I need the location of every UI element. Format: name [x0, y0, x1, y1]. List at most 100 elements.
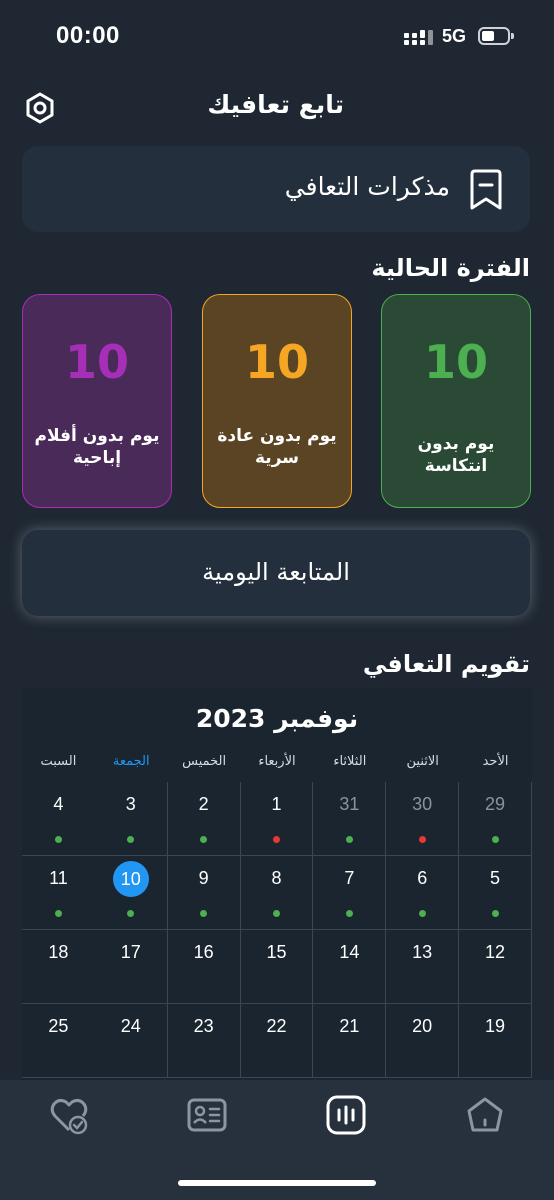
recovery-calendar-title: تقويم التعافي: [362, 650, 530, 678]
calendar-day-cell[interactable]: 23: [167, 1004, 241, 1078]
calendar-day-cell[interactable]: 4: [22, 782, 95, 856]
stat-value: 10: [423, 335, 488, 389]
clean-day-dot: [54, 836, 62, 843]
calendar-day-number: 25: [48, 1016, 69, 1036]
calendar-day-number: 2: [198, 794, 209, 814]
calendar-day-cell[interactable]: 20: [386, 1004, 460, 1078]
calendar-day-number: 18: [48, 942, 69, 962]
calendar-day-number: 4: [53, 794, 64, 814]
clean-day-dot: [418, 910, 426, 917]
weekday-label: الأربعاء: [258, 754, 296, 769]
stat-label: يوم بدون أفلام إباحية: [34, 426, 160, 468]
calendar-day-cell[interactable]: 1: [240, 782, 314, 856]
calendar-day-number: 8: [271, 868, 282, 888]
calendar-day-cell[interactable]: 14: [313, 930, 387, 1004]
calendar-day-cell[interactable]: 21: [313, 1004, 387, 1078]
calendar-day-cell[interactable]: 7: [313, 856, 387, 930]
recovery-memos-label: مذكرات التعافي: [284, 172, 450, 201]
tab-home[interactable]: [464, 1094, 506, 1136]
daily-follow-up-button[interactable]: المتابعة اليومية: [22, 530, 530, 616]
calendar-day-number: 20: [412, 1016, 433, 1036]
calendar-day-cell[interactable]: 25: [22, 1004, 95, 1078]
home-indicator[interactable]: [178, 1180, 376, 1186]
weekday-label: الاثنين: [406, 754, 439, 769]
calendar-day-cell[interactable]: 13: [386, 930, 460, 1004]
weekday-label: الخميس: [182, 754, 227, 769]
clean-day-dot: [345, 836, 353, 843]
weekday-label: الأحد: [482, 754, 509, 769]
calendar-day-cell[interactable]: 9: [167, 856, 241, 930]
calendar-day-number: 17: [120, 942, 141, 962]
calendar-day-cell[interactable]: 3: [94, 782, 168, 856]
calendar-day-cell[interactable]: 31: [313, 782, 387, 856]
weekday-label: السبت: [40, 754, 77, 769]
stat-card-no-relapse[interactable]: 10 يوم بدون انتكاسة: [381, 294, 531, 508]
daily-follow-up-label: المتابعة اليومية: [202, 558, 350, 586]
calendar-day-number: 1: [271, 794, 282, 814]
calendar-day-cell[interactable]: 5: [459, 856, 532, 930]
stat-card-no-porn[interactable]: 10 يوم بدون أفلام إباحية: [22, 294, 172, 508]
calendar-day-number: 9: [198, 868, 209, 888]
stats-icon: [326, 1095, 366, 1135]
calendar-day-number: 11: [49, 868, 68, 888]
calendar-day-number: 7: [344, 868, 355, 888]
clean-day-dot: [491, 910, 499, 917]
calendar-day-cell[interactable]: 2: [167, 782, 241, 856]
clean-day-dot: [54, 910, 62, 917]
calendar-weekdays: الأحد الاثنين الثلاثاء الأربعاء الخميس الجمعة…: [22, 754, 532, 778]
calendar-day-cell[interactable]: 12: [459, 930, 532, 1004]
stat-label: يوم بدون انتكاسة: [417, 434, 495, 476]
stat-label: يوم بدون عادة سرية: [217, 426, 337, 468]
calendar-day-today: 10: [112, 861, 149, 897]
calendar-day-cell[interactable]: 6: [386, 856, 460, 930]
calendar-day-number: 31: [339, 794, 360, 814]
calendar-day-cell[interactable]: 11: [22, 856, 95, 930]
calendar-day-number: 14: [339, 942, 360, 962]
calendar-day-number: 12: [485, 942, 506, 962]
calendar-day-cell[interactable]: 16: [167, 930, 241, 1004]
calendar-day-cell[interactable]: 24: [94, 1004, 168, 1078]
calendar-day-number: 5: [490, 868, 501, 888]
clean-day-dot: [345, 910, 353, 917]
weekday-label: الثلاثاء: [333, 754, 367, 769]
calendar-day-cell[interactable]: 10: [94, 856, 168, 930]
calendar-day-cell[interactable]: 19: [459, 1004, 532, 1078]
clean-day-dot: [491, 836, 499, 843]
calendar-day-cell[interactable]: 29: [459, 782, 532, 856]
stat-card-no-masturbation[interactable]: 10 يوم بدون عادة سرية: [202, 294, 352, 508]
relapse-dot: [418, 836, 426, 843]
signal-icon: [404, 30, 434, 46]
network-type: 5G: [442, 26, 467, 46]
calendar-day-number: 30: [412, 794, 433, 814]
calendar-day-number: 16: [193, 942, 214, 962]
clean-day-dot: [127, 836, 135, 843]
tab-wellbeing[interactable]: [48, 1094, 90, 1136]
calendar-day-number: 21: [339, 1016, 360, 1036]
heart-check-icon: [50, 1098, 88, 1135]
stat-value: 10: [64, 335, 129, 389]
calendar-month-title: نوفمبر 2023: [195, 704, 359, 733]
relapse-dot: [272, 836, 280, 843]
recovery-memos-card[interactable]: مذكرات التعافي: [22, 146, 530, 232]
clean-day-dot: [272, 910, 280, 917]
tab-profile[interactable]: [186, 1094, 228, 1136]
calendar-day-number: 24: [120, 1016, 141, 1036]
bookmark-icon: [466, 168, 506, 212]
tab-stats[interactable]: [325, 1094, 367, 1136]
calendar-day-cell[interactable]: 18: [22, 930, 95, 1004]
calendar-day-number: 23: [193, 1016, 214, 1036]
clean-day-dot: [200, 836, 208, 843]
clean-day-dot: [200, 910, 208, 917]
settings-button[interactable]: [22, 90, 58, 126]
calendar-day-number: 15: [266, 942, 287, 962]
calendar-day-cell[interactable]: 8: [240, 856, 314, 930]
status-bar: 00:00 5G: [0, 0, 554, 74]
calendar-day-number: 6: [417, 868, 428, 888]
calendar-day-cell[interactable]: 30: [386, 782, 460, 856]
home-icon: [467, 1097, 503, 1132]
calendar-day-cell[interactable]: 22: [240, 1004, 314, 1078]
calendar-day-cell[interactable]: 15: [240, 930, 314, 1004]
battery-icon: [478, 27, 514, 45]
clean-day-dot: [127, 910, 135, 917]
calendar-day-cell[interactable]: 17: [94, 930, 168, 1004]
